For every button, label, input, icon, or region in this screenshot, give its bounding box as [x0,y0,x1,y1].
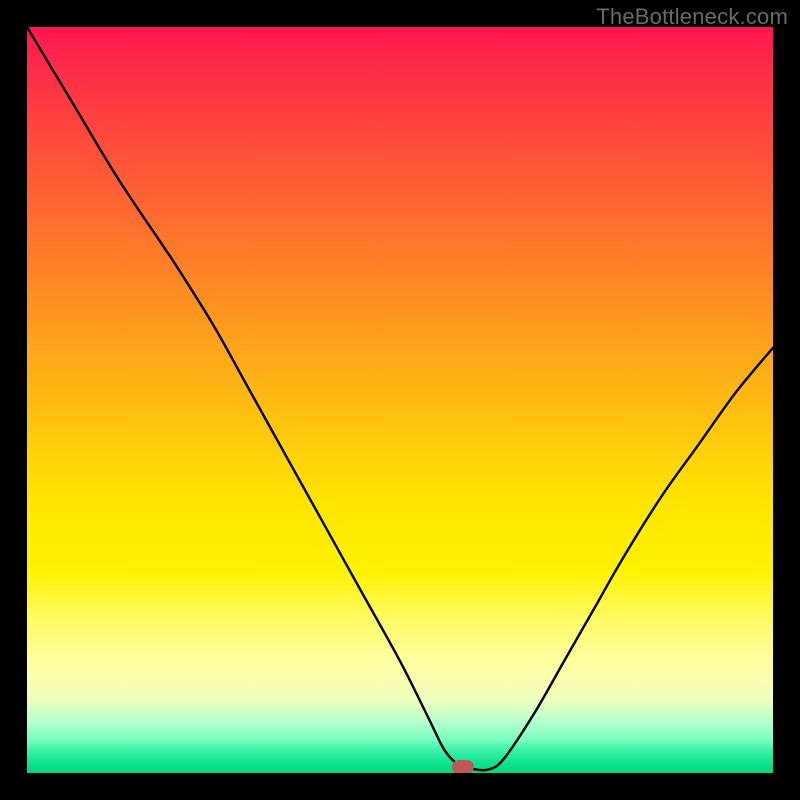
plot-area [27,27,773,773]
watermark-text: TheBottleneck.com [596,4,788,30]
chart-frame: TheBottleneck.com [0,0,800,800]
bottleneck-curve [27,27,773,773]
optimal-point-marker [452,760,474,773]
